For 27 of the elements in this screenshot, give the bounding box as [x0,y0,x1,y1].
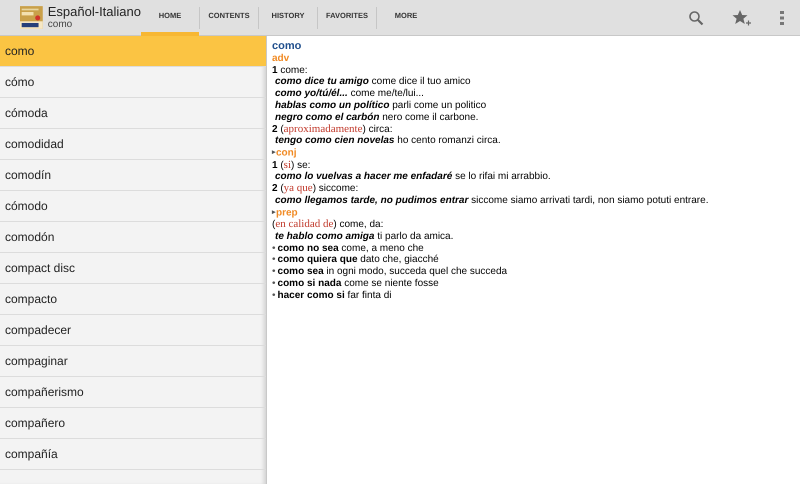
example-line: hablas como un político parli come un politico [274,100,486,112]
example-line: como lo vuelvas a hacer me enfadaré se lo rifai mi arrabbio. [274,171,551,184]
example-line: como dice tu amigo come dice il tuo amico [274,76,471,88]
sense-line: 1 come: [272,64,308,76]
app-title: Español-Italiano [48,5,141,18]
sense-line: 2 (aproximadamente) circa: [272,124,392,136]
word-list-item[interactable]: como [0,36,266,67]
search-icon[interactable] [688,10,704,26]
phrase-line: • como si nada come se niente fosse [272,278,439,290]
phrase-line: • hacer como si far finta di [272,290,392,302]
sense-line: (en calidad de) come, da: [272,219,384,231]
phrase-line: • como no sea come, a meno che [272,242,424,254]
sense-line: 1 (si) se: [272,160,310,172]
sense-line: 2 (ya que) siccome: [272,183,358,195]
phrase-line: • como sea in ogni modo, succeda quel che succeda [272,266,508,278]
app-subtitle: como [48,20,74,30]
book-cover-icon [20,4,43,31]
headword: como [272,41,302,53]
example-line: como yo/tú/él... come me/te/lui... [274,88,424,100]
example-line: te hablo como amiga ti parlo da amica. [274,230,454,243]
example-line: negro como el carbón nero come il carbone. [274,112,478,124]
part-of-speech: adv [272,52,290,65]
star-plus-icon[interactable] [732,8,752,26]
example-line: como llegamos tarde, no pudimos entrar siccome siamo arrivati tardi, non siamo potuti entrare. [274,194,708,207]
overflow-menu-icon[interactable] [780,10,784,24]
phrase-line: • como quiera que dato che, giacché [272,254,439,266]
example-line: tengo como cien novelas ho cento romanzi circa. [274,135,501,148]
